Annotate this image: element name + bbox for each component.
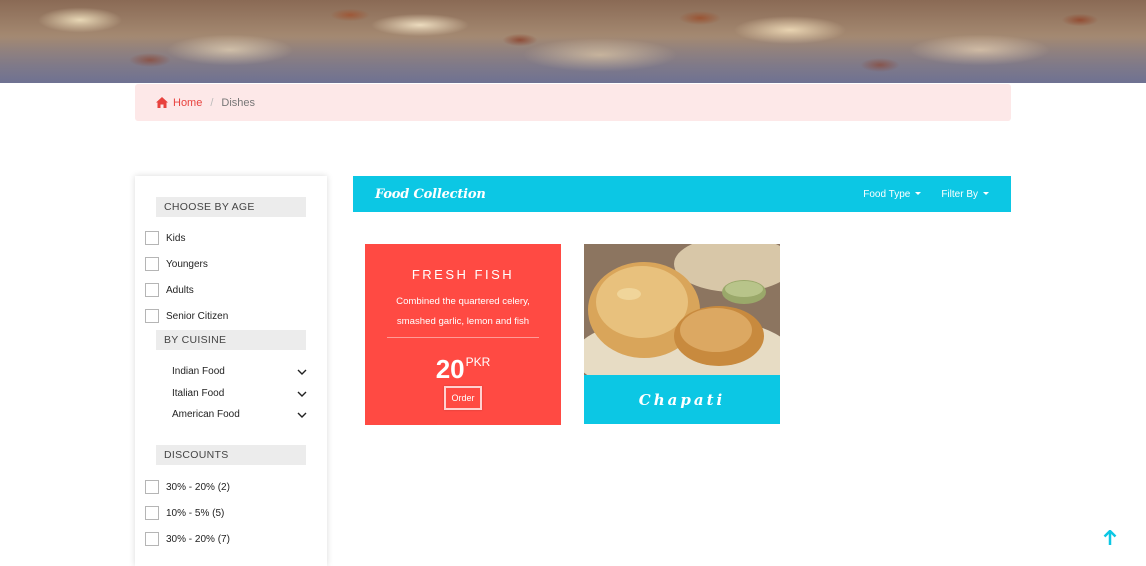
caret-down-icon bbox=[983, 192, 989, 196]
breadcrumb: Home / Dishes bbox=[135, 84, 1011, 121]
discount-option-label: 30% - 20% (7) bbox=[166, 533, 230, 545]
breadcrumb-separator: / bbox=[210, 96, 214, 109]
dish-card-fresh-fish[interactable]: FRESH FISH Combined the quartered celery… bbox=[365, 244, 561, 425]
filter-sidebar: CHOOSE BY AGE Kids Youngers Adults Senio… bbox=[135, 176, 327, 566]
breadcrumb-home-link[interactable]: Home bbox=[173, 97, 202, 109]
cuisine-section-heading: BY CUISINE bbox=[156, 330, 306, 350]
caret-down-icon bbox=[915, 192, 922, 196]
checkbox[interactable] bbox=[145, 257, 159, 271]
age-option-senior[interactable]: Senior Citizen bbox=[145, 309, 228, 323]
breadcrumb-current: Dishes bbox=[221, 96, 256, 109]
age-option-label: Adults bbox=[166, 284, 194, 296]
checkbox[interactable] bbox=[145, 283, 159, 297]
cuisine-item-label: Indian Food bbox=[172, 366, 225, 377]
age-option-label: Kids bbox=[166, 232, 186, 244]
divider bbox=[387, 337, 539, 338]
age-option-label: Senior Citizen bbox=[166, 310, 229, 322]
dish-title: FRESH FISH bbox=[411, 267, 515, 282]
discount-option[interactable]: 30% - 20% (7) bbox=[145, 532, 230, 546]
price-value: 20 bbox=[435, 354, 465, 384]
cuisine-item-indian[interactable]: Indian Food bbox=[172, 366, 307, 377]
chevron-down-icon[interactable] bbox=[297, 412, 307, 418]
arrow-up-icon[interactable] bbox=[1103, 530, 1117, 546]
age-option-kids[interactable]: Kids bbox=[145, 231, 185, 245]
discount-section-heading: DISCOUNTS bbox=[156, 445, 306, 465]
chapati-photo-illustration bbox=[584, 244, 780, 375]
dish-title: Chapati bbox=[638, 390, 726, 409]
home-icon bbox=[156, 97, 168, 108]
dish-price: 20PKR bbox=[365, 348, 561, 383]
cuisine-item-label: American Food bbox=[172, 409, 240, 420]
age-option-adults[interactable]: Adults bbox=[145, 283, 194, 297]
age-section-heading: CHOOSE BY AGE bbox=[156, 197, 306, 217]
food-type-dropdown[interactable]: Food Type bbox=[863, 188, 922, 200]
chevron-down-icon[interactable] bbox=[297, 369, 307, 375]
chevron-down-icon[interactable] bbox=[297, 391, 307, 397]
filter-by-dropdown[interactable]: Filter By bbox=[941, 189, 989, 200]
price-currency: PKR bbox=[465, 355, 491, 369]
food-type-label: Food Type bbox=[863, 188, 911, 200]
checkbox[interactable] bbox=[145, 506, 159, 520]
checkbox[interactable] bbox=[145, 532, 159, 546]
checkbox[interactable] bbox=[145, 480, 159, 494]
discount-option[interactable]: 10% - 5% (5) bbox=[145, 506, 224, 520]
dish-description: Combined the quartered celery, smashed g… bbox=[396, 296, 530, 327]
age-option-label: Youngers bbox=[166, 258, 208, 270]
hero-banner-image bbox=[0, 0, 1146, 83]
collection-menus: Food Type Filter By bbox=[863, 189, 989, 200]
collection-title: Food Collection bbox=[375, 186, 486, 202]
food-collection-bar: Food Collection Food Type Filter By bbox=[353, 176, 1011, 212]
discount-option-label: 30% - 20% (2) bbox=[166, 481, 230, 493]
cuisine-item-italian[interactable]: Italian Food bbox=[172, 388, 307, 399]
dish-card-chapati[interactable]: Chapati bbox=[584, 244, 780, 424]
checkbox[interactable] bbox=[145, 231, 159, 245]
checkbox[interactable] bbox=[145, 309, 159, 323]
filter-by-label: Filter By bbox=[941, 188, 978, 200]
order-button[interactable]: Order bbox=[444, 386, 482, 410]
discount-option[interactable]: 30% - 20% (2) bbox=[145, 480, 230, 494]
chapati-photo bbox=[584, 244, 780, 375]
discount-option-label: 10% - 5% (5) bbox=[166, 507, 225, 519]
age-option-youngers[interactable]: Youngers bbox=[145, 257, 208, 271]
cuisine-item-american[interactable]: American Food bbox=[172, 409, 307, 420]
cuisine-item-label: Italian Food bbox=[172, 388, 225, 399]
